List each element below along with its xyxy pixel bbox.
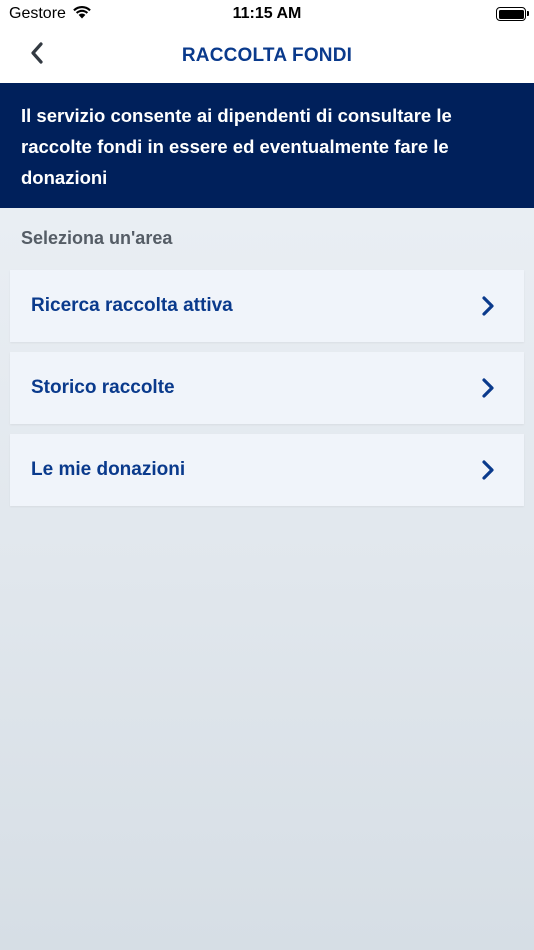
battery-icon (496, 7, 529, 21)
chevron-right-icon (480, 460, 496, 480)
menu-item-label: Storico raccolte (31, 377, 175, 398)
chevron-right-icon (480, 296, 496, 316)
menu-item-label: Ricerca raccolta attiva (31, 295, 233, 316)
carrier-name: Gestore (9, 5, 66, 22)
menu-item-le-mie-donazioni[interactable]: Le mie donazioni (10, 434, 524, 506)
menu-item-label: Le mie donazioni (31, 459, 186, 480)
navigation-bar: RACCOLTA FONDI (0, 28, 534, 83)
menu-list: Ricerca raccolta attiva Storico raccolte… (10, 270, 524, 516)
wifi-icon (72, 4, 92, 24)
menu-item-storico-raccolte[interactable]: Storico raccolte (10, 352, 524, 424)
back-button[interactable] (22, 40, 52, 70)
intro-banner: Il servizio consente ai dipendenti di co… (0, 83, 534, 208)
chevron-right-icon (480, 378, 496, 398)
status-left: Gestore (9, 4, 92, 24)
page-title: RACCOLTA FONDI (181, 44, 353, 66)
menu-item-ricerca-raccolta-attiva[interactable]: Ricerca raccolta attiva (10, 270, 524, 342)
status-bar: Gestore 11:15 AM (0, 0, 534, 28)
battery-level (498, 9, 524, 19)
section-label: Seleziona un'area (21, 228, 173, 248)
chevron-left-icon (30, 41, 44, 69)
intro-text: Il servizio consente ai dipendenti di co… (21, 105, 452, 188)
